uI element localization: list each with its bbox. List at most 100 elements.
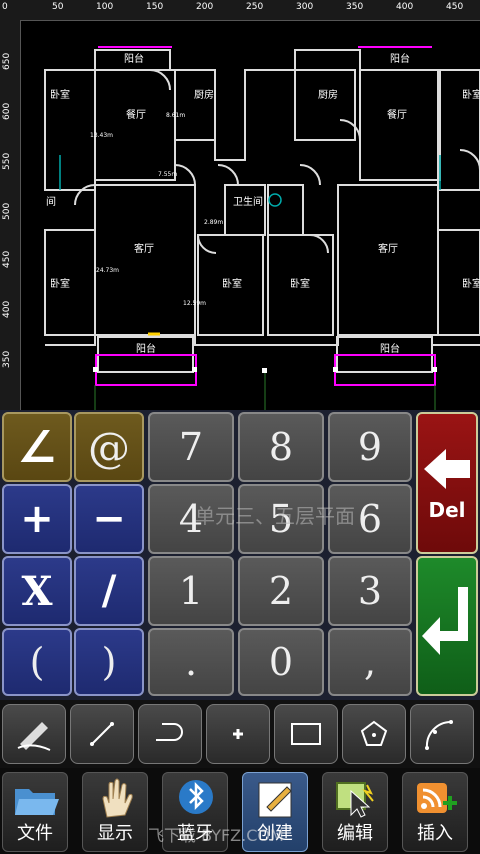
hand-icon (102, 778, 133, 818)
key-6[interactable]: 6 (328, 484, 412, 554)
line-tool-button[interactable] (70, 704, 134, 764)
key-3[interactable]: 3 (328, 556, 412, 626)
enter-button[interactable] (416, 556, 478, 696)
pentagon-icon (360, 720, 388, 746)
ruler-tick-label: 100 (96, 2, 114, 12)
room-label: 阳台 (390, 52, 410, 65)
freehand-tool-button[interactable] (2, 704, 66, 764)
key-2[interactable]: 2 (238, 556, 324, 626)
ruler-tick-label: 550 (2, 152, 12, 170)
line-icon (90, 722, 114, 746)
room-label: 卧室 (50, 88, 70, 101)
ruler-tick-label: 350 (2, 350, 12, 368)
arc-tool-button[interactable] (410, 704, 474, 764)
room-label: 卧室 (462, 88, 480, 101)
left-paren-key[interactable]: ( (2, 628, 72, 696)
at-key[interactable]: @ (74, 412, 144, 482)
room-label: 阳台 (136, 342, 156, 355)
room-label: 间 (46, 195, 56, 208)
room-label: 卧室 (290, 277, 310, 290)
ruler-tick-label: 200 (196, 2, 214, 12)
bluetooth-icon (179, 780, 213, 814)
delete-label: Del (428, 498, 466, 522)
ruler-left: 650 600 550 500 450 400 350 (0, 20, 21, 410)
key-5[interactable]: 5 (238, 484, 324, 554)
right-paren-key[interactable]: ) (74, 628, 144, 696)
tab-label: 蓝牙 (177, 823, 213, 844)
ruler-tick-label: 600 (2, 102, 12, 120)
delete-button[interactable]: Del (416, 412, 478, 554)
draw-toolbar (0, 700, 480, 768)
tab-label: 编辑 (337, 823, 373, 844)
dot-key[interactable]: . (148, 628, 234, 696)
ruler-tick-label: 250 (246, 2, 264, 12)
key-9[interactable]: 9 (328, 412, 412, 482)
ruler-tick-label: 450 (446, 2, 464, 12)
dimension-label: 2.89m (204, 219, 223, 226)
numeric-keypad: ∠ @ 7 8 9 Del + − 4 5 6 X / 1 2 3 ( ) . … (0, 410, 480, 700)
tab-label: 显示 (97, 823, 133, 844)
key-0[interactable]: 0 (238, 628, 324, 696)
pencil-icon (17, 722, 51, 751)
tab-create[interactable]: 创建 (242, 772, 308, 852)
cad-drawing-canvas[interactable]: 阳台 阳台 卧室 卧室 餐厅 餐厅 厨房 厨房 卫生间 客厅 客厅 卧室 卧室 … (0, 0, 480, 410)
room-label: 餐厅 (387, 108, 407, 121)
dimension-label: 12.59m (183, 300, 206, 307)
point-tool-button[interactable] (206, 704, 270, 764)
polyline-tool-button[interactable] (138, 704, 202, 764)
ruler-tick-label: 350 (346, 2, 364, 12)
dimension-label: 7.55m (158, 171, 177, 178)
polyline-icon (156, 723, 183, 741)
tab-file[interactable]: 文件 (2, 772, 68, 852)
room-label: 卧室 (222, 277, 242, 290)
tab-edit[interactable]: 编辑 (322, 772, 388, 852)
three-point-arc-icon (425, 720, 453, 750)
ruler-tick-label: 450 (2, 250, 12, 268)
key-1[interactable]: 1 (148, 556, 234, 626)
plus-key[interactable]: + (2, 484, 72, 554)
angle-key[interactable]: ∠ (2, 412, 72, 482)
tab-label: 插入 (417, 823, 453, 844)
room-label: 阳台 (124, 52, 144, 65)
ruler-tick-label: 500 (2, 202, 12, 220)
comma-key[interactable]: , (328, 628, 412, 696)
tab-display[interactable]: 显示 (82, 772, 148, 852)
key-7[interactable]: 7 (148, 412, 234, 482)
dimension-label: 24.73m (96, 267, 119, 274)
rectangle-tool-button[interactable] (274, 704, 338, 764)
room-label: 客厅 (378, 242, 398, 255)
key-4[interactable]: 4 (148, 484, 234, 554)
ruler-tick-label: 400 (396, 2, 414, 12)
dimension-label: 8.61m (166, 112, 185, 119)
tab-bluetooth[interactable]: 蓝牙 (162, 772, 228, 852)
room-label: 厨房 (318, 88, 338, 101)
divide-key[interactable]: / (74, 556, 144, 626)
room-label: 阳台 (380, 342, 400, 355)
key-8[interactable]: 8 (238, 412, 324, 482)
room-label: 餐厅 (126, 108, 146, 121)
ruler-tick-label: 400 (2, 300, 12, 318)
minus-key[interactable]: − (74, 484, 144, 554)
dimension-label: 13.43m (90, 132, 113, 139)
backspace-arrow-icon (424, 449, 470, 489)
enter-arrow-icon (422, 587, 468, 655)
ruler-top: 0 50 100 150 200 250 300 350 400 450 (0, 0, 480, 21)
rectangle-icon (291, 723, 321, 745)
main-tab-bar: 文件 显示 蓝牙 创建 编辑 插入 (0, 768, 480, 854)
tab-label: 创建 (257, 823, 293, 844)
ruler-tick-label: 650 (2, 52, 12, 70)
tab-insert[interactable]: 插入 (402, 772, 468, 852)
select-edit-icon (336, 782, 374, 818)
ruler-tick-label: 150 (146, 2, 164, 12)
ruler-tick-label: 300 (296, 2, 314, 12)
room-label: 卧室 (50, 277, 70, 290)
ruler-tick-label: 0 (2, 2, 8, 12)
room-label: 客厅 (134, 242, 154, 255)
plus-point-icon (233, 729, 243, 739)
ruler-tick-label: 50 (52, 2, 64, 12)
polygon-tool-button[interactable] (342, 704, 406, 764)
multiply-key[interactable]: X (2, 556, 72, 626)
room-label: 厨房 (194, 88, 214, 101)
tab-label: 文件 (17, 823, 53, 844)
room-label: 卫生间 (233, 195, 263, 208)
